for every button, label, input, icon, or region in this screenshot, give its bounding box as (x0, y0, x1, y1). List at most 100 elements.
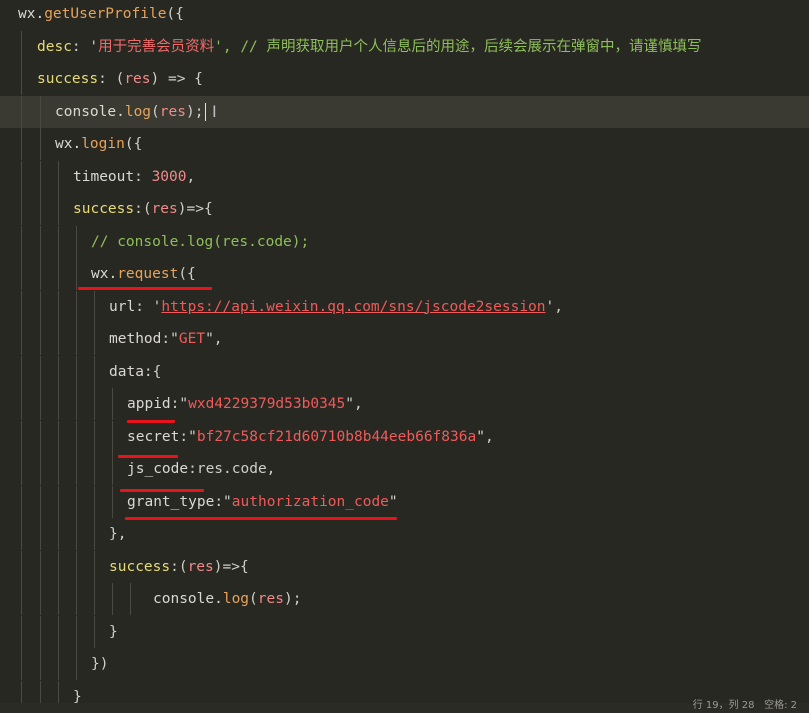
code-token: :( (170, 558, 188, 575)
mouse-ibeam-cursor-icon: I (212, 102, 217, 121)
indent-guide (76, 550, 77, 583)
indent-guide (76, 388, 77, 420)
code-line[interactable]: } (0, 615, 809, 648)
code-token: 用于完善会员资料 (98, 38, 215, 55)
indent-guide (58, 648, 59, 680)
code-line[interactable]: desc: '用于完善会员资料', // 声明获取用户个人信息后的用途，后续会展… (0, 30, 809, 63)
indent-guide (21, 225, 22, 258)
code-line[interactable]: wx.getUserProfile({ (0, 0, 809, 30)
indent-guide (94, 323, 95, 355)
indent-guide (58, 290, 59, 323)
code-line[interactable]: wx.request({ (0, 258, 809, 290)
indent-guide (21, 355, 22, 388)
code-line[interactable]: success:(res)=>{ (0, 193, 809, 225)
code-token: ', // (214, 38, 267, 55)
code-line[interactable]: console.log(res); (0, 95, 809, 128)
indent-guide (76, 225, 77, 258)
indent-guide (21, 193, 22, 225)
indent-guide (112, 388, 113, 420)
indent-guide (94, 388, 95, 420)
code-token: : ' (135, 298, 162, 315)
indent-guide (21, 583, 22, 615)
indent-guide (21, 615, 22, 648)
code-token: : ( (98, 71, 125, 87)
indent-guide (94, 583, 95, 615)
code-text: wx.login({ (55, 128, 142, 160)
red-annotation-underline (78, 287, 212, 290)
indent-guide (40, 648, 41, 680)
code-text: success: (res) => { (37, 63, 203, 95)
indent-guide (40, 518, 41, 550)
code-line[interactable]: url: 'https://api.weixin.qq.com/sns/jsco… (0, 290, 809, 323)
cursor-position[interactable]: 行 19，列 28 (693, 700, 755, 711)
code-token: wx. (18, 6, 45, 22)
indent-guide (40, 95, 41, 128)
code-token: ({ (178, 266, 196, 282)
indent-guide (21, 30, 22, 63)
code-token: success (37, 71, 99, 87)
indent-guide (112, 420, 113, 453)
code-line[interactable]: // console.log(res.code); (0, 225, 809, 258)
text-caret (205, 102, 207, 121)
code-token: : (134, 168, 152, 185)
code-line[interactable]: timeout: 3000, (0, 160, 809, 193)
code-token: :( (134, 201, 152, 217)
indent-guide (21, 95, 22, 128)
code-line[interactable]: success: (res) => { (0, 63, 809, 95)
code-token: :" (179, 428, 197, 445)
indent-guide (21, 420, 22, 453)
code-token: log (124, 103, 152, 120)
code-line[interactable]: console.log(res); (0, 583, 809, 615)
code-token: }) (91, 656, 109, 672)
code-token: :" (170, 396, 189, 412)
code-token: request (117, 266, 179, 282)
indent-guide (58, 160, 59, 193)
code-text: success:(res)=>{ (109, 551, 249, 583)
code-token: 声明获取用户个人信息后的用途，后续会展示在弹窗中，请谨慎填写 (266, 38, 702, 55)
indent-guide (58, 420, 59, 453)
indent-guide (21, 128, 22, 160)
code-line[interactable]: appid:"wxd4229379d53b0345", (0, 388, 809, 420)
indent-guide (40, 550, 41, 583)
code-line[interactable]: secret:"bf27c58cf21d60710b8b44eeb66f836a… (0, 420, 809, 453)
indent-guide (58, 615, 59, 648)
code-token: , (186, 168, 196, 185)
code-token: )=>{ (213, 558, 249, 575)
code-token: appid (127, 396, 171, 412)
indent-guide (40, 128, 41, 160)
indent-guide (40, 583, 41, 615)
status-bar: 行 19，列 28 空格: 2 (0, 700, 809, 713)
indent-guide (58, 355, 59, 388)
indent-guide (94, 615, 95, 648)
code-token: " (388, 493, 398, 510)
code-editor[interactable]: wx.getUserProfile({desc: '用于完善会员资料', // … (0, 0, 809, 713)
code-text: method:"GET", (109, 323, 223, 355)
code-line[interactable]: data:{ (0, 355, 809, 388)
red-annotation-underline (125, 517, 397, 520)
status-bar-text: 行 19，列 28 空格: 2 (693, 699, 797, 713)
code-token: res (151, 201, 178, 217)
code-line[interactable]: success:(res)=>{ (0, 550, 809, 583)
indent-guide (94, 420, 95, 453)
code-line[interactable]: wx.login({ (0, 128, 809, 160)
indent-guide (40, 225, 41, 258)
code-token: getUserProfile (44, 6, 167, 22)
indent-setting[interactable]: 空格: 2 (764, 700, 797, 711)
code-token: wxd4229379d53b0345 (188, 396, 346, 412)
code-text: timeout: 3000, (73, 161, 195, 193)
code-text: console.log(res); (55, 96, 207, 128)
code-token: secret (127, 428, 180, 445)
code-token: wx. (55, 136, 82, 152)
code-line[interactable]: method:"GET", (0, 323, 809, 355)
code-token: log (222, 591, 250, 607)
indent-guide (40, 420, 41, 453)
code-token: res (187, 558, 214, 575)
indent-guide (40, 290, 41, 323)
code-token: // console.log(res.code); (91, 233, 310, 250)
red-annotation-underline (120, 489, 204, 492)
code-line[interactable]: }) (0, 648, 809, 680)
code-token: ( (151, 103, 160, 120)
indent-guide (58, 550, 59, 583)
indent-guide (58, 485, 59, 518)
code-line[interactable]: }, (0, 518, 809, 550)
